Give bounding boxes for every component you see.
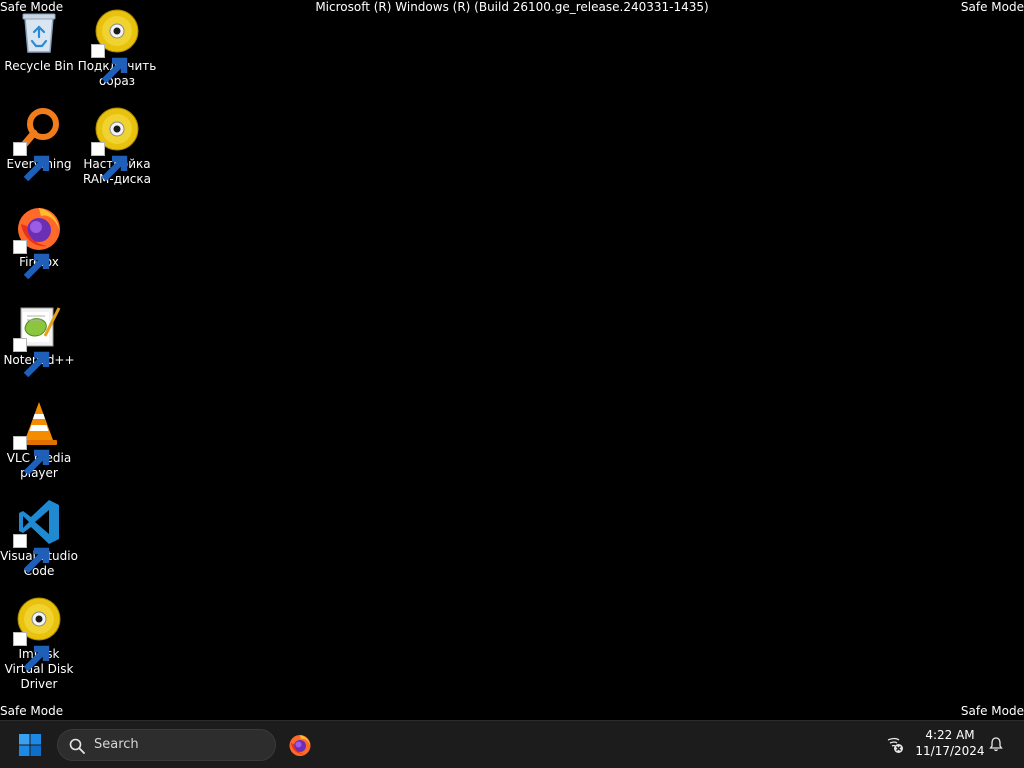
desktop-icon-ram-disk-settings[interactable]: Настройка RAM-диска (78, 106, 156, 187)
everything-icon (13, 106, 63, 182)
start-button[interactable] (18, 733, 42, 757)
disc-icon (91, 106, 141, 182)
shortcut-arrow-icon (13, 632, 50, 672)
desktop-icon-vscode[interactable]: Visual Studio Code (0, 498, 78, 579)
desktop-icon-notepad-plus-plus[interactable]: Notepad++ (0, 302, 78, 378)
search-icon (69, 738, 85, 754)
recycle-bin-icon (15, 8, 63, 56)
desktop-icon-firefox[interactable]: Firefox (0, 204, 78, 280)
shortcut-arrow-icon (13, 338, 50, 378)
shortcut-arrow-icon (13, 240, 50, 280)
shortcut-arrow-icon (91, 142, 128, 182)
disc-icon (13, 596, 63, 672)
clock-date: 11/17/2024 (915, 744, 985, 758)
clock-time: 4:22 AM (925, 728, 975, 742)
desktop-icon-mount-image[interactable]: Подключить образ (78, 8, 156, 89)
safe-mode-label-bottom-left: Safe Mode (0, 704, 64, 718)
windows-logo-icon (19, 734, 41, 756)
taskbar-clock[interactable]: 4:22 AM 11/17/2024 (912, 727, 988, 759)
shortcut-arrow-icon (13, 436, 50, 476)
firefox-icon (13, 204, 63, 280)
firefox-icon (289, 735, 311, 756)
desktop-icon-label: Recycle Bin (4, 59, 74, 73)
taskbar-search-box[interactable]: Search (57, 729, 276, 761)
desktop-icon-imdisk[interactable]: ImDisk Virtual Disk Driver (0, 596, 78, 692)
vscode-icon (13, 498, 63, 574)
shortcut-arrow-icon (91, 44, 128, 84)
notification-bell-icon[interactable] (988, 736, 1004, 752)
taskbar: Search (0, 720, 1024, 768)
safe-mode-label-top-right: Safe Mode (960, 0, 1024, 14)
shortcut-arrow-icon (13, 142, 50, 182)
disc-icon (91, 8, 141, 84)
safe-mode-label-bottom-right: Safe Mode (960, 704, 1024, 718)
taskbar-firefox-button[interactable] (288, 733, 312, 757)
search-placeholder: Search (94, 737, 139, 752)
notepad-plus-plus-icon (13, 302, 63, 378)
desktop-icon-vlc[interactable]: VLC media player (0, 400, 78, 481)
network-disconnected-icon[interactable] (886, 736, 904, 754)
desktop-icon-everything[interactable]: Everything (0, 106, 78, 182)
desktop-icon-recycle-bin[interactable]: Recycle Bin (0, 8, 78, 74)
shortcut-arrow-icon (13, 534, 50, 574)
vlc-icon (13, 400, 63, 476)
